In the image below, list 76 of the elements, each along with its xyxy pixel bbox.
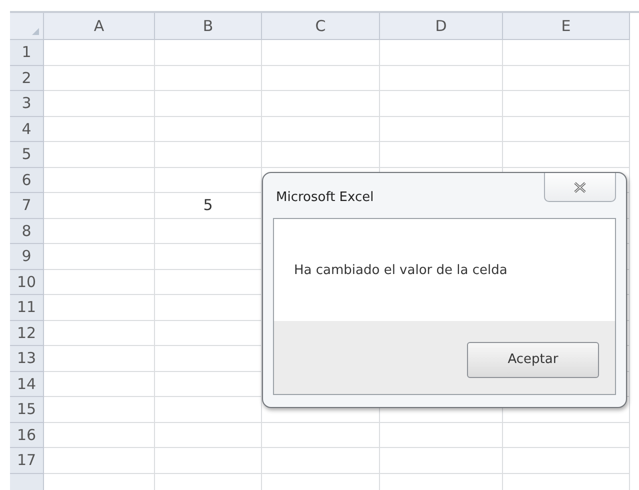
column-header[interactable]: A <box>44 13 155 40</box>
table-cell[interactable] <box>44 320 155 346</box>
ok-button[interactable]: Aceptar <box>467 342 599 378</box>
table-cell[interactable] <box>44 116 155 142</box>
table-cell[interactable] <box>44 168 155 193</box>
row-header[interactable]: 12 <box>10 320 44 346</box>
table-cell[interactable] <box>44 142 155 168</box>
table-cell[interactable] <box>503 91 630 116</box>
close-button[interactable] <box>544 173 616 202</box>
table-cell[interactable] <box>503 40 630 66</box>
table-cell[interactable] <box>262 116 380 142</box>
table-cell[interactable] <box>44 397 155 422</box>
table-cell[interactable] <box>44 295 155 320</box>
row-header[interactable]: 2 <box>10 66 44 91</box>
close-icon <box>574 182 586 192</box>
table-cell[interactable] <box>262 142 380 168</box>
table-cell[interactable] <box>155 91 262 116</box>
row-header[interactable]: 9 <box>10 244 44 270</box>
row-header[interactable]: 6 <box>10 168 44 193</box>
table-cell[interactable] <box>380 40 503 66</box>
row-header[interactable]: 10 <box>10 270 44 295</box>
table-cell[interactable] <box>262 40 380 66</box>
table-cell[interactable] <box>380 116 503 142</box>
table-cell[interactable] <box>44 193 155 218</box>
column-header[interactable]: D <box>380 13 503 40</box>
table-cell[interactable] <box>155 142 262 168</box>
table-cell[interactable] <box>262 422 380 448</box>
table-cell[interactable] <box>503 142 630 168</box>
table-cell[interactable] <box>44 91 155 116</box>
table-cell[interactable] <box>44 66 155 91</box>
row-header[interactable]: 4 <box>10 116 44 142</box>
table-cell[interactable] <box>503 66 630 91</box>
table-cell[interactable] <box>44 346 155 372</box>
table-cell[interactable] <box>503 116 630 142</box>
select-all-icon[interactable] <box>32 28 39 35</box>
row-header[interactable]: 16 <box>10 422 44 448</box>
row-header[interactable]: 14 <box>10 372 44 397</box>
row-header[interactable]: 15 <box>10 397 44 422</box>
row-header[interactable]: 17 <box>10 448 44 474</box>
table-cell[interactable] <box>380 91 503 116</box>
table-cell[interactable] <box>262 448 380 474</box>
row-header[interactable]: 13 <box>10 346 44 372</box>
dialog-message: Ha cambiado el valor de la celda <box>294 262 508 278</box>
table-cell[interactable] <box>155 66 262 91</box>
table-cell[interactable] <box>44 218 155 244</box>
table-cell[interactable] <box>503 448 630 474</box>
table-cell[interactable] <box>380 422 503 448</box>
table-cell[interactable] <box>44 372 155 397</box>
table-cell[interactable] <box>155 168 262 193</box>
table-cell[interactable] <box>380 142 503 168</box>
row-header[interactable]: 7 <box>10 193 44 218</box>
table-cell[interactable] <box>155 422 262 448</box>
row-header[interactable]: 5 <box>10 142 44 168</box>
column-header[interactable]: E <box>503 13 630 40</box>
column-header[interactable]: C <box>262 13 380 40</box>
table-cell[interactable] <box>155 40 262 66</box>
table-cell[interactable] <box>380 66 503 91</box>
table-cell[interactable] <box>44 422 155 448</box>
table-cell[interactable] <box>503 422 630 448</box>
row-header[interactable]: 11 <box>10 295 44 320</box>
table-cell[interactable] <box>44 40 155 66</box>
column-header[interactable]: B <box>155 13 262 40</box>
table-cell[interactable] <box>155 448 262 474</box>
table-cell[interactable] <box>155 116 262 142</box>
table-cell[interactable] <box>44 270 155 295</box>
table-cell[interactable] <box>44 244 155 270</box>
window-title: Microsoft Excel <box>275 189 374 205</box>
row-header[interactable]: 3 <box>10 91 44 116</box>
table-cell[interactable] <box>155 397 262 422</box>
table-cell[interactable] <box>262 66 380 91</box>
row-header[interactable]: 1 <box>10 40 44 66</box>
table-cell[interactable] <box>262 91 380 116</box>
row-header[interactable] <box>10 474 44 490</box>
table-cell[interactable] <box>44 448 155 474</box>
table-cell[interactable] <box>380 448 503 474</box>
row-header[interactable]: 8 <box>10 218 44 244</box>
